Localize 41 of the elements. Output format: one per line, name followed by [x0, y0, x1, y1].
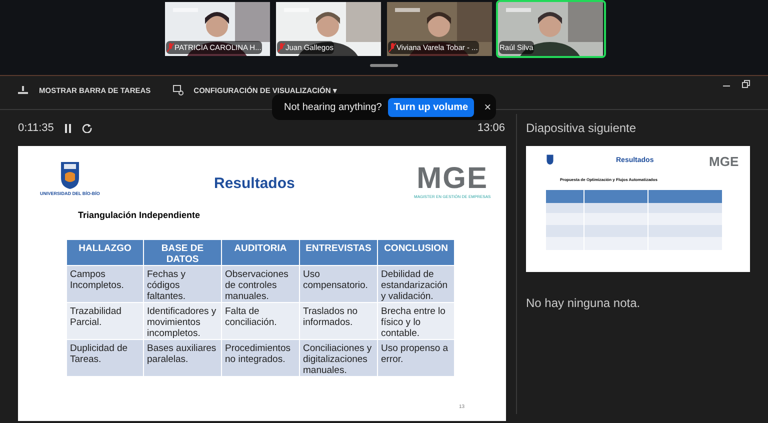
column-header: ENTREVISTAS: [300, 240, 378, 265]
table-cell: Conciliaciones y digitalizaciones manuales.: [300, 339, 378, 376]
table-cell: Trazabilidad Parcial.: [67, 302, 144, 339]
brand-logo: MGE: [709, 153, 739, 171]
muted-mic-icon: [278, 43, 284, 52]
pause-icon[interactable]: [64, 124, 72, 132]
table-cell: Identificadores y movimientos incompletos.: [144, 302, 222, 339]
table-cell: Campos Incompletos.: [67, 265, 144, 302]
table-cell: Fechas y códigos faltantes.: [144, 265, 222, 302]
muted-mic-icon: [388, 43, 396, 52]
table-cell: Procedimientos no integrados.: [222, 339, 300, 376]
column-header: AUDITORIA: [222, 240, 300, 265]
table-cell: Duplicidad de Tareas.: [67, 339, 144, 376]
elapsed-timer: 0:11:35: [18, 120, 54, 136]
close-button[interactable]: ×: [484, 98, 492, 116]
table-cell: Uso compensatorio.: [300, 265, 378, 302]
toast-message: Not hearing anything?: [284, 100, 382, 114]
clock-time: 13:06: [477, 120, 505, 136]
notes-text: No hay ninguna nota.: [526, 295, 642, 312]
taskbar-icon: [18, 85, 29, 96]
table-cell: Debilidad de estandarización y validación.: [378, 265, 455, 302]
crest-icon: [546, 154, 554, 165]
column-header: BASE DE DATOS: [144, 240, 222, 265]
brand-logo: MGE: [416, 164, 488, 194]
table-cell: Brecha entre lo físico y lo contable.: [378, 302, 455, 339]
reset-icon[interactable]: [82, 123, 92, 133]
turn-up-volume-button[interactable]: Turn up volume: [388, 98, 474, 116]
table-cell: Uso propenso a error.: [378, 339, 455, 376]
slide-subtitle: Triangulación Independiente: [78, 209, 200, 222]
panel-heading: Diapositiva siguiente: [526, 120, 638, 137]
crest-icon: [58, 160, 81, 190]
display-settings-icon: [172, 85, 184, 96]
slide-title: Resultados: [214, 174, 295, 194]
table-cell: Observaciones de controles manuales.: [222, 265, 300, 302]
restore-icon[interactable]: [742, 80, 750, 88]
column-header: CONCLUSION: [378, 240, 455, 265]
column-header: HALLAZGO: [67, 240, 144, 265]
table-cell: Bases auxiliares paralelas.: [144, 339, 222, 376]
muted-mic-icon: [166, 43, 174, 52]
table-cell: Falta de conciliación.: [222, 302, 300, 339]
table-cell: Traslados no informados.: [300, 302, 378, 339]
